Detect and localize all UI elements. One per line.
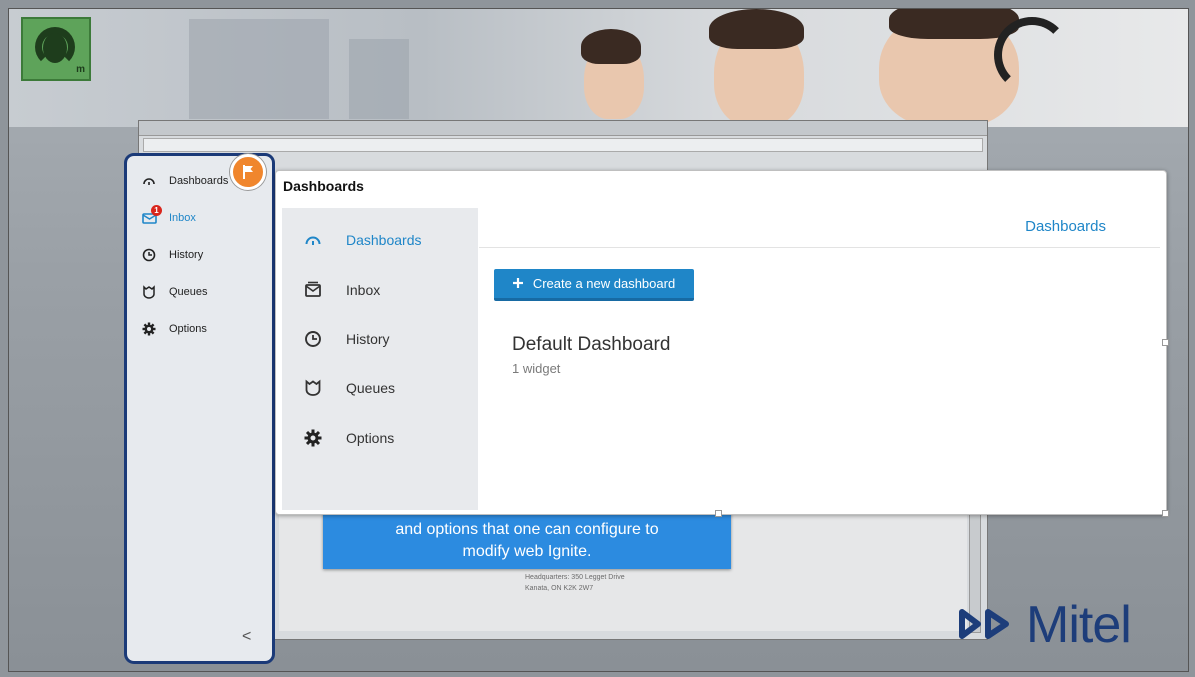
resize-handle[interactable] [715, 510, 722, 517]
gear-icon [141, 321, 157, 337]
clock-icon [304, 330, 322, 348]
sidebar-item-queues[interactable]: Queues [141, 282, 208, 302]
sidebar-item-history[interactable]: History [141, 245, 203, 265]
mitel-logo-icon [959, 609, 1009, 639]
sidebar-item-label: Queues [169, 286, 208, 298]
inbox-icon [304, 281, 322, 299]
queue-icon [304, 379, 322, 397]
nav-item-queues[interactable]: Queues [304, 376, 395, 400]
create-dashboard-button[interactable]: Create a new dashboard [494, 269, 694, 301]
sidebar-item-options[interactable]: Options [141, 319, 207, 339]
inbox-icon: 1 [141, 205, 162, 226]
clock-icon [141, 247, 157, 263]
sidebar-item-dashboards[interactable]: Dashboards [141, 171, 228, 191]
nav-item-history[interactable]: History [304, 327, 390, 351]
sidebar-item-inbox[interactable]: 1 Inbox [141, 205, 196, 228]
nav-item-inbox[interactable]: Inbox [304, 278, 380, 302]
sidebar-item-label: Inbox [169, 212, 196, 224]
sidebar-item-label: Options [169, 323, 207, 335]
resize-handle[interactable] [1162, 510, 1169, 517]
tooltip-text: and options that one can configure to [395, 521, 659, 538]
sidebar-menu: Dashboards 1 Inbox History Queues Option… [124, 153, 275, 664]
tooltip-text: modify web Ignite. [462, 543, 592, 560]
nav-item-label: Queues [346, 380, 396, 396]
create-dashboard-label: Create a new dashboard [532, 276, 676, 291]
mitel-logo: Mitel [958, 595, 1132, 655]
panel-title: Dashboards [283, 178, 364, 194]
nav-item-label: Inbox [346, 282, 381, 298]
divider [479, 247, 1160, 248]
sidebar-item-label: Dashboards [169, 175, 229, 187]
nav-item-label: History [346, 331, 390, 347]
dashboards-panel: Dashboards Dashboards Inbox History Queu… [275, 170, 1169, 517]
mitel-wordmark: Mitel [1026, 596, 1132, 654]
collapse-sidebar-button[interactable]: < [242, 628, 251, 646]
sidebar-item-label: History [169, 249, 204, 261]
gear-icon [304, 429, 322, 447]
flag-icon[interactable] [230, 154, 266, 190]
nav-item-label: Options [346, 430, 395, 446]
panel-nav: Dashboards Inbox History Queues Options [282, 208, 478, 510]
nav-item-options[interactable]: Options [304, 426, 394, 450]
nav-item-dashboards[interactable]: Dashboards [304, 228, 422, 252]
dashboard-widget-count: 1 widget [512, 361, 561, 376]
dashboard-icon [141, 173, 157, 189]
resize-handle[interactable] [1162, 339, 1169, 346]
dashboard-name-link[interactable]: Default Dashboard [512, 334, 670, 356]
panel-header-label: Dashboards [1025, 218, 1106, 235]
queue-icon [141, 284, 157, 300]
plus-icon [512, 276, 523, 291]
notification-badge: 1 [151, 205, 162, 216]
dashboard-icon [304, 231, 322, 249]
nav-item-label: Dashboards [346, 232, 422, 248]
